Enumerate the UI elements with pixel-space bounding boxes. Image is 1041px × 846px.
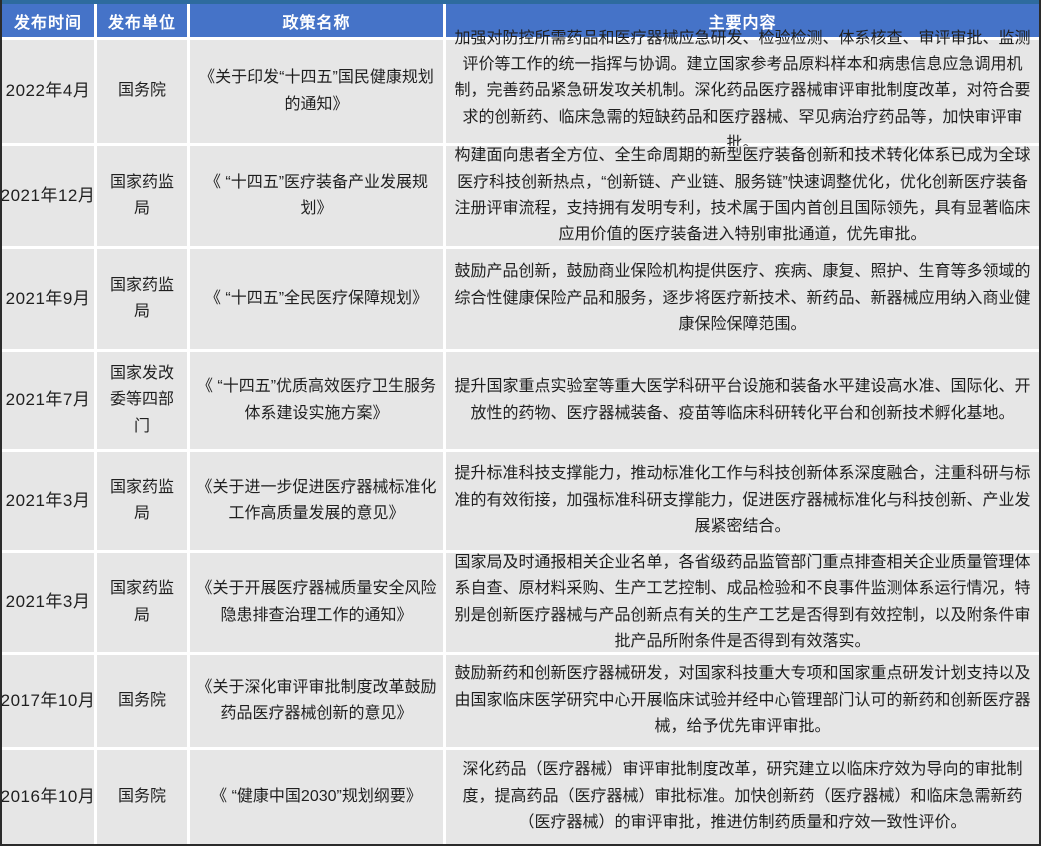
cell-content: 深化药品（医疗器械）审评审批制度改革，研究建立以临床疗效为导向的审批制度，提高药… [446, 750, 1039, 844]
column-header-agency: 发布单位 [97, 4, 187, 37]
policy-table-grid: 发布时间 发布单位 政策名称 主要内容 2022年4月 国务院 《关于印发“十四… [2, 4, 1039, 844]
column-header-date: 发布时间 [2, 4, 94, 37]
cell-content: 鼓励新药和创新医疗器械研发，对国家科技重大专项和国家重点研发计划支持以及由国家临… [446, 655, 1039, 747]
cell-content: 构建面向患者全方位、全生命周期的新型医疗装备创新和技术转化体系已成为全球医疗科技… [446, 146, 1039, 246]
cell-agency: 国务院 [97, 750, 187, 844]
cell-content: 加强对防控所需药品和医疗器械应急研发、检验检测、体系核查、审评审批、监测评价等工… [446, 40, 1039, 143]
cell-content: 提升国家重点实验室等重大医学科研平台设施和装备水平建设高水准、国际化、开放性的药… [446, 352, 1039, 449]
cell-agency: 国家药监局 [97, 146, 187, 246]
cell-policy: 《 “健康中国2030”规划纲要》 [190, 750, 443, 844]
cell-date: 2022年4月 [2, 40, 94, 143]
policy-table: 发布时间 发布单位 政策名称 主要内容 2022年4月 国务院 《关于印发“十四… [0, 0, 1041, 846]
cell-agency: 国家药监局 [97, 553, 187, 652]
cell-policy: 《关于开展医疗器械质量安全风险隐患排查治理工作的通知》 [190, 553, 443, 652]
cell-agency: 国家发改委等四部门 [97, 352, 187, 449]
cell-content: 鼓励产品创新，鼓励商业保险机构提供医疗、疾病、康复、照护、生育等多领域的综合性健… [446, 249, 1039, 349]
cell-policy: 《 “十四五”优质高效医疗卫生服务体系建设实施方案》 [190, 352, 443, 449]
column-header-policy: 政策名称 [190, 4, 443, 37]
cell-date: 2021年12月 [2, 146, 94, 246]
cell-policy: 《关于进一步促进医疗器械标准化工作高质量发展的意见》 [190, 452, 443, 550]
cell-content: 提升标准科技支撑能力，推动标准化工作与科技创新体系深度融合，注重科研与标准的有效… [446, 452, 1039, 550]
cell-policy: 《 “十四五”医疗装备产业发展规划》 [190, 146, 443, 246]
cell-policy: 《关于印发“十四五”国民健康规划的通知》 [190, 40, 443, 143]
cell-agency: 国家药监局 [97, 249, 187, 349]
cell-agency: 国务院 [97, 655, 187, 747]
cell-agency: 国家药监局 [97, 452, 187, 550]
cell-policy: 《关于深化审评审批制度改革鼓励药品医疗器械创新的意见》 [190, 655, 443, 747]
cell-content: 国家局及时通报相关企业名单，各省级药品监管部门重点排查相关企业质量管理体系自查、… [446, 553, 1039, 652]
cell-policy: 《 “十四五”全民医疗保障规划》 [190, 249, 443, 349]
cell-date: 2017年10月 [2, 655, 94, 747]
cell-date: 2021年7月 [2, 352, 94, 449]
cell-date: 2016年10月 [2, 750, 94, 844]
cell-date: 2021年3月 [2, 452, 94, 550]
cell-date: 2021年9月 [2, 249, 94, 349]
cell-date: 2021年3月 [2, 553, 94, 652]
cell-agency: 国务院 [97, 40, 187, 143]
